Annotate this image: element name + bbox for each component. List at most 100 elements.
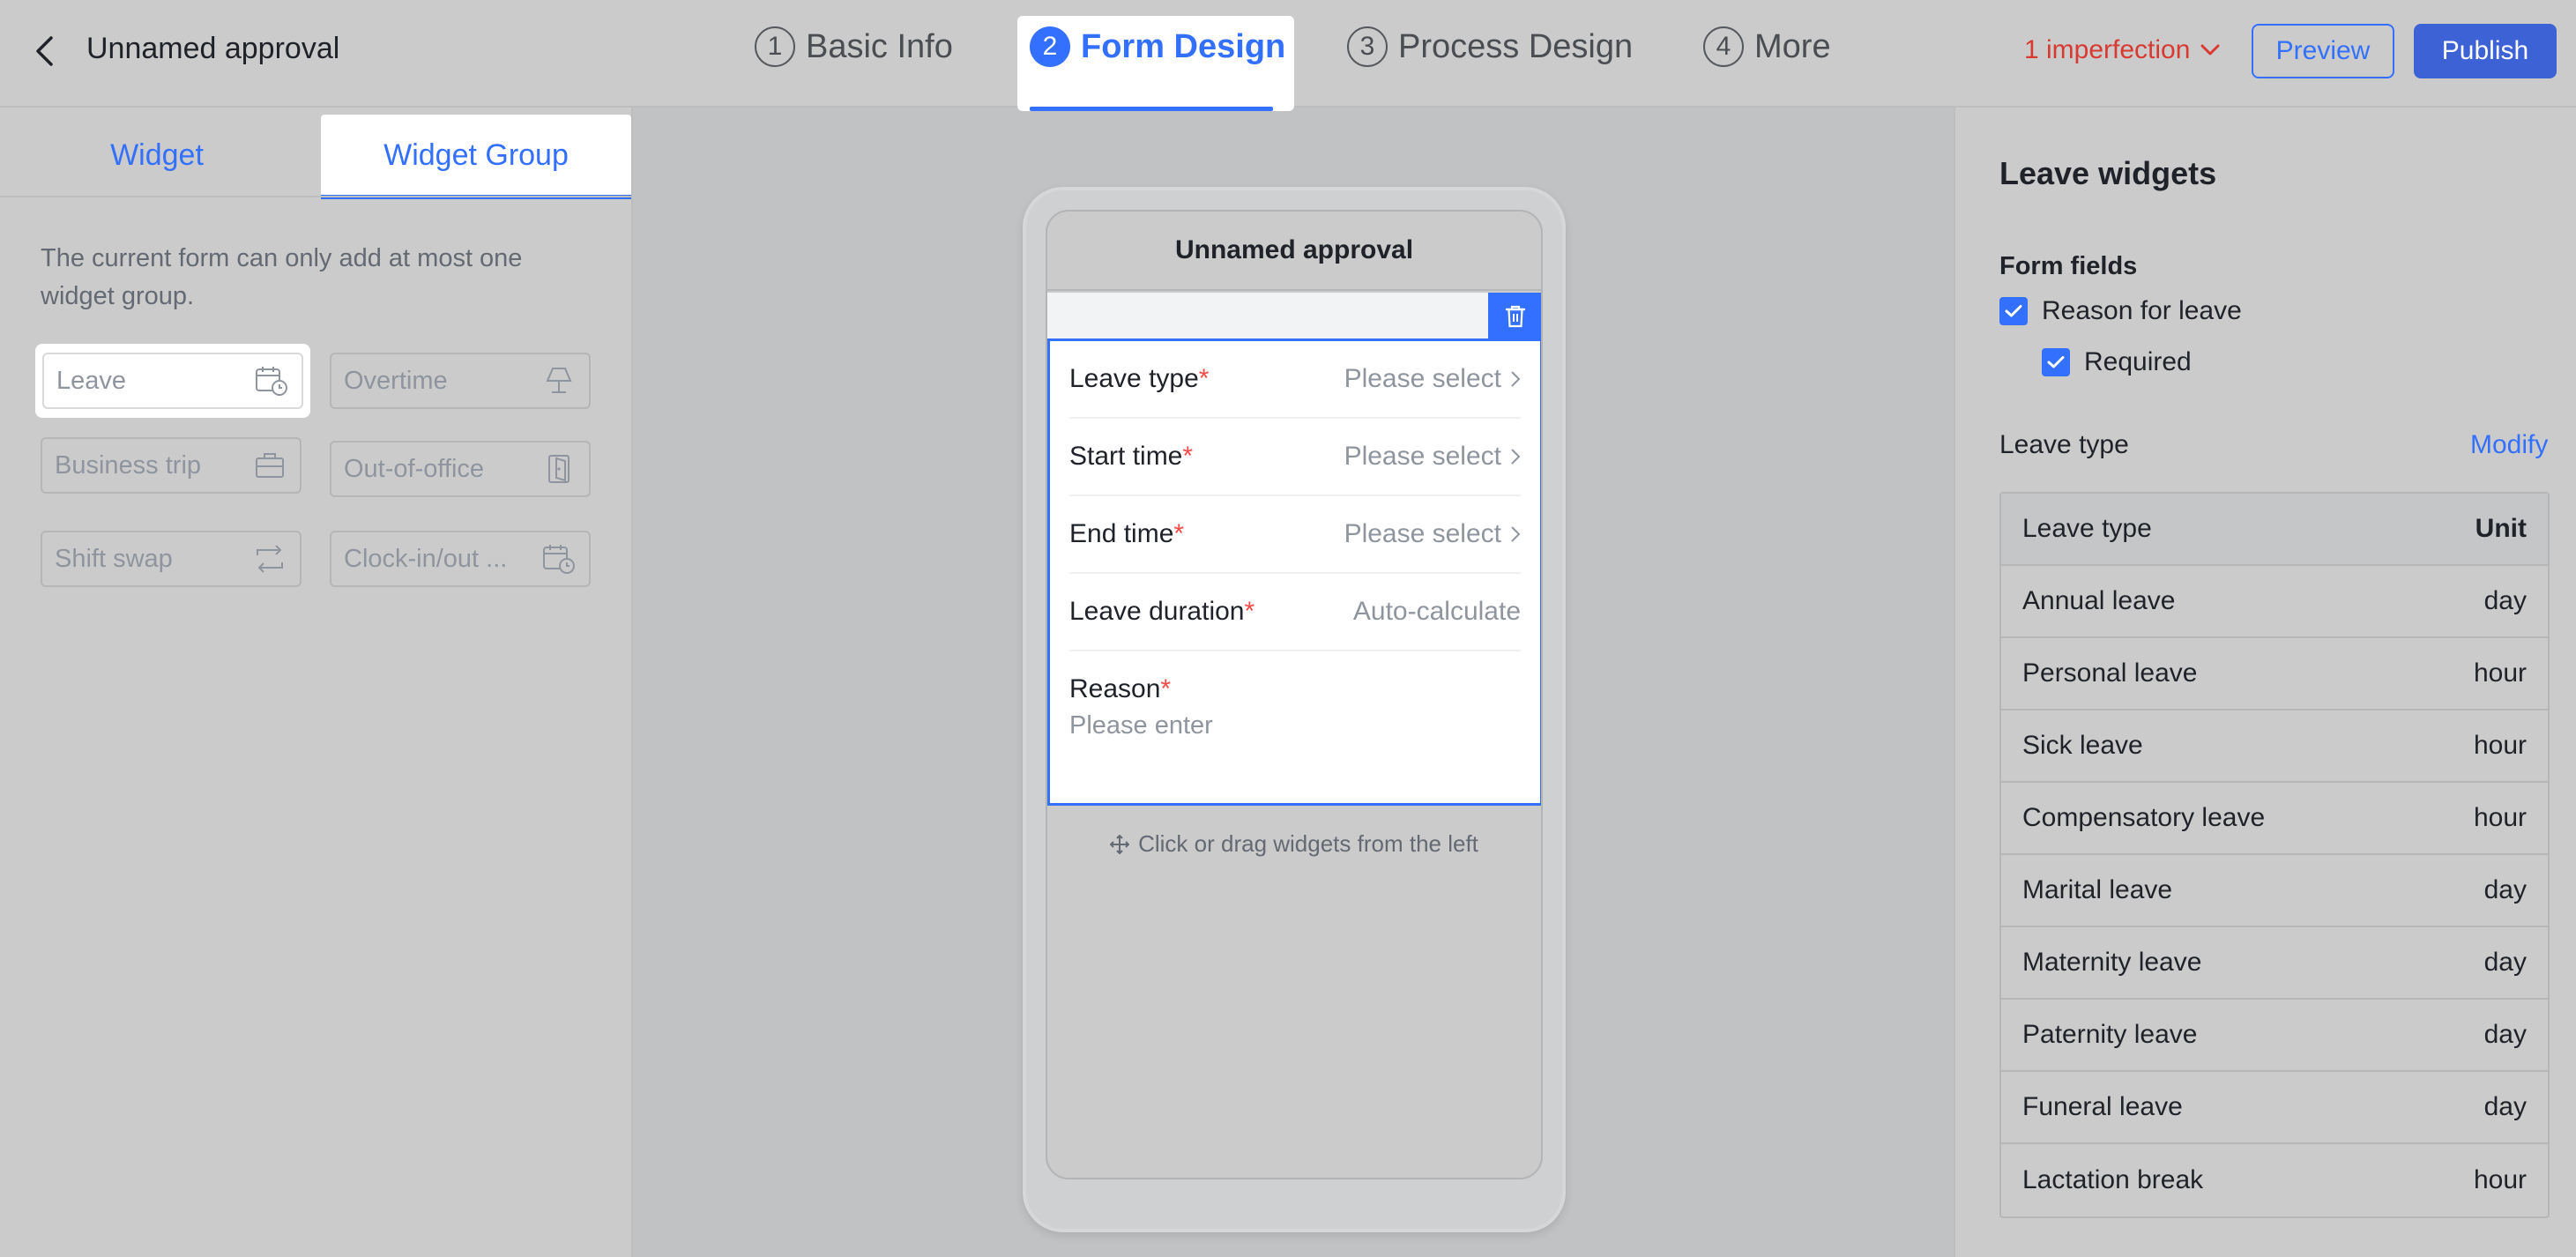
active-tab-indicator — [1030, 107, 1273, 111]
required-checkbox[interactable]: Required — [2042, 347, 2192, 377]
leave-type-field[interactable]: Leave type* Please select — [1069, 341, 1521, 419]
widget-label: Business trip — [55, 450, 202, 480]
leave-unit: day — [2483, 948, 2527, 977]
widget-panel: Widget Widget Group The current form can… — [0, 108, 633, 1257]
widget-label: Out-of-office — [344, 454, 485, 483]
leave-type-label: Leave type — [1999, 430, 2129, 459]
door-icon — [541, 451, 577, 487]
form-title: Unnamed approval — [1047, 212, 1541, 291]
leave-unit: day — [2483, 1092, 2527, 1121]
properties-panel: Leave widgets Form fields Reason for lea… — [1954, 108, 2576, 1257]
required-mark: * — [1160, 674, 1172, 703]
imperfection-dropdown[interactable]: 1 imperfection — [2024, 35, 2220, 65]
leave-unit: day — [2483, 1020, 2527, 1049]
end-time-field[interactable]: End time* Please select — [1069, 496, 1521, 574]
table-row: Compensatory leave hour — [2001, 783, 2548, 855]
leave-name: Marital leave — [2022, 875, 2173, 904]
chevron-left-icon — [36, 36, 53, 66]
drag-hint: Click or drag widgets from the left — [1047, 830, 1541, 858]
field-label: Reason — [1069, 674, 1161, 703]
required-mark: * — [1182, 442, 1194, 471]
widget-group-business-trip[interactable]: Business trip — [41, 437, 302, 494]
leave-name: Paternity leave — [2022, 1020, 2198, 1049]
field-placeholder: Auto-calculate — [1352, 597, 1521, 626]
table-row: Annual leave day — [2001, 566, 2548, 638]
table-row: Sick leave hour — [2001, 710, 2548, 783]
leave-unit: day — [2483, 875, 2527, 904]
checkbox-checked-icon — [1999, 297, 2028, 325]
checkbox-label: Required — [2084, 347, 2192, 376]
table-row: Lactation break hour — [2001, 1144, 2548, 1216]
column-header-leave-type: Leave type — [2022, 514, 2152, 543]
imperfection-label: 1 imperfection — [2024, 35, 2191, 64]
widget-label: Clock-in/out ... — [344, 544, 508, 573]
swap-icon — [252, 541, 287, 576]
leave-unit: hour — [2473, 658, 2527, 688]
move-icon — [1110, 834, 1130, 854]
table-row: Funeral leave day — [2001, 1072, 2548, 1144]
tab-process-design[interactable]: 3 Process Design — [1347, 26, 1633, 67]
drag-hint-text: Click or drag widgets from the left — [1138, 830, 1478, 857]
chevron-right-icon — [1511, 526, 1521, 542]
reason-for-leave-checkbox[interactable]: Reason for leave — [1999, 296, 2242, 326]
leave-name: Sick leave — [2022, 731, 2143, 760]
leave-duration-field[interactable]: Leave duration* Auto-calculate — [1069, 574, 1521, 651]
tab-more[interactable]: 4 More — [1703, 26, 1831, 67]
widget-group-leave-highlight: Leave — [35, 344, 310, 418]
field-label: Leave type — [1069, 364, 1199, 393]
back-button[interactable] — [26, 33, 62, 69]
tab-widget[interactable]: Widget — [0, 115, 314, 196]
checkbox-label: Reason for leave — [2042, 296, 2242, 325]
table-header: Leave type Unit — [2001, 494, 2548, 566]
reason-input[interactable]: Please enter — [1069, 711, 1213, 740]
delete-widget-button[interactable] — [1488, 293, 1541, 340]
tab-basic-info[interactable]: 1 Basic Info — [755, 26, 953, 67]
step-label: Basic Info — [806, 27, 953, 65]
table-row: Marital leave day — [2001, 855, 2548, 927]
preview-button[interactable]: Preview — [2252, 24, 2394, 78]
required-mark: * — [1198, 364, 1210, 393]
tab-widget-group[interactable]: Widget Group — [321, 115, 631, 199]
widget-group-shift-swap[interactable]: Shift swap — [41, 531, 302, 587]
field-label: End time — [1069, 519, 1174, 548]
leave-name: Funeral leave — [2022, 1092, 2183, 1121]
widget-group-out-of-office[interactable]: Out-of-office — [330, 441, 591, 497]
publish-button[interactable]: Publish — [2414, 24, 2557, 78]
field-placeholder: Please select — [1344, 364, 1501, 393]
table-row: Maternity leave day — [2001, 927, 2548, 1000]
widget-group-body: Leave type* Please select Start time* Pl… — [1047, 338, 1541, 806]
table-row: Paternity leave day — [2001, 1000, 2548, 1072]
widget-group-leave[interactable]: Leave — [42, 353, 303, 409]
top-bar: Unnamed approval 1 Basic Info 2 Form Des… — [0, 0, 2576, 111]
chevron-down-icon — [2200, 44, 2220, 56]
leave-unit: hour — [2473, 731, 2527, 760]
start-time-field[interactable]: Start time* Please select — [1069, 419, 1521, 496]
leave-name: Personal leave — [2022, 658, 2198, 688]
chevron-right-icon — [1511, 371, 1521, 387]
required-mark: * — [1173, 519, 1185, 548]
widget-label: Leave — [56, 366, 127, 395]
widget-group-overtime[interactable]: Overtime — [330, 353, 591, 409]
reason-field-label: Reason* — [1069, 674, 1171, 704]
widget-group-header — [1047, 293, 1541, 340]
trash-icon — [1505, 305, 1526, 328]
widget-group-clock-in-out[interactable]: Clock-in/out ... — [330, 531, 591, 587]
step-number: 3 — [1347, 26, 1388, 67]
phone-screen: Unnamed approval Leave type* Please sele… — [1046, 210, 1543, 1179]
modify-link[interactable]: Modify — [2470, 430, 2548, 460]
leave-unit: day — [2483, 586, 2527, 615]
widget-group-hint: The current form can only add at most on… — [41, 244, 523, 310]
leave-name: Annual leave — [2022, 586, 2176, 615]
briefcase-icon — [252, 448, 287, 483]
field-label: Leave duration — [1069, 597, 1245, 626]
leave-name: Compensatory leave — [2022, 803, 2266, 832]
step-number: 2 — [1030, 26, 1070, 67]
tab-form-design[interactable]: 2 Form Design — [1017, 16, 1294, 111]
page-title: Unnamed approval — [86, 32, 340, 65]
column-header-unit: Unit — [2475, 514, 2527, 543]
field-label: Start time — [1069, 442, 1183, 471]
leave-widget-group[interactable]: Leave type* Please select Start time* Pl… — [1047, 293, 1541, 806]
checkbox-checked-icon — [2042, 348, 2070, 376]
step-label: Process Design — [1398, 27, 1634, 65]
step-number: 1 — [755, 26, 795, 67]
